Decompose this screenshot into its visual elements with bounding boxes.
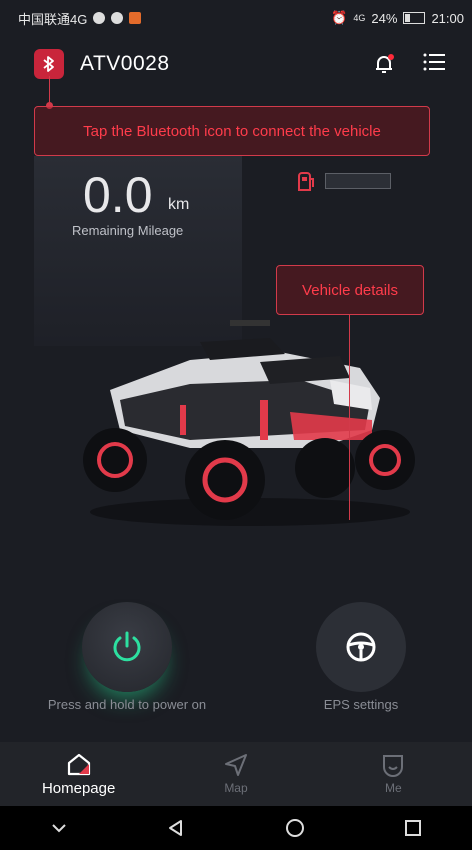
profile-icon [383, 755, 404, 777]
back-icon[interactable] [167, 819, 185, 837]
home-icon [67, 753, 90, 775]
tab-homepage[interactable]: Homepage [19, 752, 139, 797]
navigation-icon [224, 754, 247, 776]
atv-vehicle-image[interactable] [80, 280, 420, 530]
bluetooth-icon [43, 56, 54, 72]
recents-icon[interactable] [404, 819, 422, 837]
status-bar: 中国联通4G ⏰ 4G 24% 21:00 [0, 0, 472, 36]
app-notification-icon [129, 12, 142, 24]
app-header: ATV0028 [0, 44, 472, 84]
notifications-button[interactable] [372, 52, 396, 76]
vehicle-title: ATV0028 [80, 52, 170, 75]
system-nav-bar [0, 806, 472, 850]
time-text: 21:00 [431, 10, 464, 26]
eps-settings-button[interactable] [316, 602, 406, 692]
tab-label: Map [224, 781, 248, 795]
menu-button[interactable] [422, 51, 446, 78]
fuel-gauge [295, 170, 391, 192]
battery-icon [403, 12, 426, 24]
carrier-text: 中国联通4G [18, 11, 88, 27]
tab-me[interactable]: Me [333, 753, 453, 795]
menu-icon [423, 53, 445, 70]
tab-label: Homepage [41, 779, 116, 797]
tab-label: Me [384, 781, 402, 795]
vehicle-details-pointer-line [349, 315, 350, 520]
power-button[interactable] [82, 602, 172, 692]
power-label: Press and hold to power on [47, 697, 207, 712]
mileage-unit: km [168, 196, 190, 213]
signal-text: 4G [353, 13, 366, 23]
chevron-down-icon[interactable] [50, 822, 68, 834]
home-circle-icon[interactable] [285, 818, 305, 838]
tab-map[interactable]: Map [176, 753, 296, 795]
notification-dot [388, 54, 394, 60]
fuel-level-bar [325, 173, 391, 189]
fuel-icon [298, 172, 314, 191]
battery-text: 24% [371, 10, 398, 26]
vehicle-details-button[interactable]: Vehicle details [276, 265, 424, 315]
bluetooth-button[interactable] [34, 49, 64, 79]
notification-icon [93, 12, 106, 24]
alarm-icon: ⏰ [331, 10, 348, 25]
bottom-tab-bar: Homepage Map Me [0, 742, 472, 806]
eps-settings-label: EPS settings [323, 697, 399, 712]
bluetooth-tooltip: Tap the Bluetooth icon to connect the ve… [34, 106, 430, 156]
power-icon [113, 631, 141, 662]
mileage-label: Remaining Mileage [72, 223, 184, 238]
notification-icon [111, 12, 124, 24]
mileage-value: 0.0 [83, 167, 153, 223]
steering-wheel-icon [346, 632, 376, 662]
